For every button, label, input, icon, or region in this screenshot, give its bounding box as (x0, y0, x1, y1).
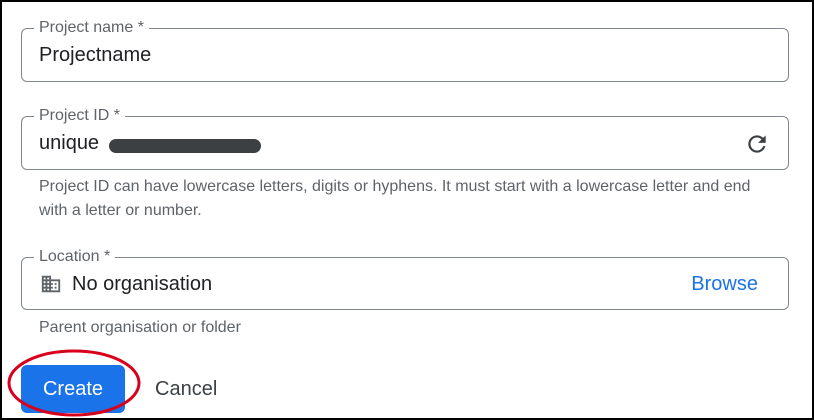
project-id-field[interactable]: Project ID * unique (21, 105, 789, 170)
project-id-helper-text: Project ID can have lowercase letters, d… (39, 178, 751, 219)
redaction-mark (109, 139, 261, 153)
project-name-label: Project name * (34, 17, 149, 39)
project-name-input[interactable]: Projectname (39, 42, 151, 68)
create-button[interactable]: Create (21, 365, 125, 413)
create-project-form: Project name * Projectname Project ID * … (0, 0, 814, 420)
building-icon (41, 275, 61, 293)
project-id-label: Project ID * (34, 105, 125, 127)
location-label: Location * (34, 246, 116, 268)
cancel-button[interactable]: Cancel (145, 365, 227, 413)
project-name-field[interactable]: Project name * Projectname (21, 17, 789, 82)
project-id-input[interactable]: unique (39, 130, 99, 156)
location-field[interactable]: Location * No organisation Browse (21, 246, 789, 310)
location-helper-text: Parent organisation or folder (39, 319, 241, 336)
browse-button[interactable]: Browse (691, 271, 758, 297)
location-value: No organisation (72, 273, 213, 295)
refresh-icon[interactable] (744, 131, 770, 157)
